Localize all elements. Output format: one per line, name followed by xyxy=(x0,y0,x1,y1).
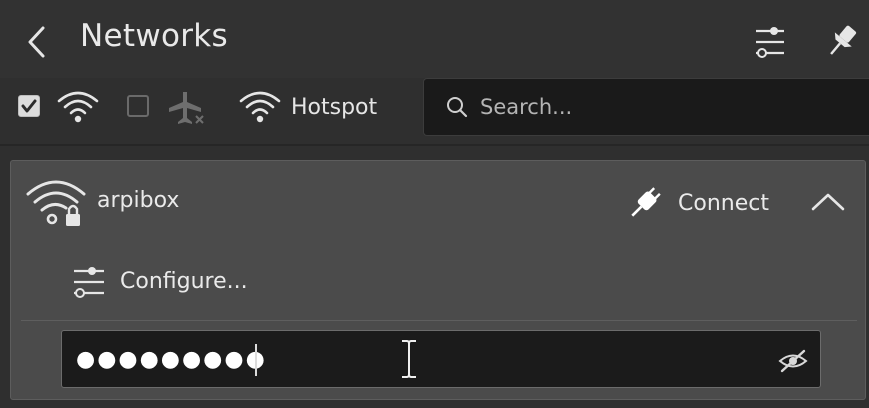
connect-button[interactable]: Connect xyxy=(626,180,786,226)
search-icon xyxy=(447,97,468,118)
configure-sliders-icon xyxy=(74,267,104,298)
divider xyxy=(0,144,869,146)
wifi-locked-icon xyxy=(24,176,90,228)
eye-hidden-icon[interactable] xyxy=(776,348,810,374)
airplane-mode-checkbox[interactable] xyxy=(127,95,149,117)
wifi-enable-checkbox[interactable] xyxy=(18,95,40,117)
text-caret xyxy=(255,344,257,376)
ibeam-cursor-icon xyxy=(398,338,420,380)
hotspot-button[interactable]: Hotspot xyxy=(237,84,397,130)
checkmark-icon xyxy=(21,99,37,113)
search-input[interactable] xyxy=(480,95,840,119)
connect-label: Connect xyxy=(678,190,769,216)
chevron-up-icon[interactable] xyxy=(808,184,848,220)
configure-label: Configure... xyxy=(120,268,248,294)
wifi-icon xyxy=(55,89,101,125)
network-ssid: arpibox xyxy=(97,188,180,213)
airplane-mode-icon xyxy=(163,88,207,126)
pin-icon[interactable] xyxy=(822,22,862,60)
password-value: ●●●●●●●●● xyxy=(76,347,267,372)
plug-connect-icon xyxy=(631,187,661,217)
wifi-hotspot-icon xyxy=(239,91,281,123)
search-box[interactable] xyxy=(423,78,869,136)
configure-button[interactable]: Configure... xyxy=(70,256,290,306)
hotspot-label: Hotspot xyxy=(291,94,378,120)
configure-sliders-icon[interactable] xyxy=(752,24,788,58)
page-title: Networks xyxy=(80,18,228,54)
divider xyxy=(21,320,857,321)
chevron-left-icon[interactable] xyxy=(24,24,50,60)
